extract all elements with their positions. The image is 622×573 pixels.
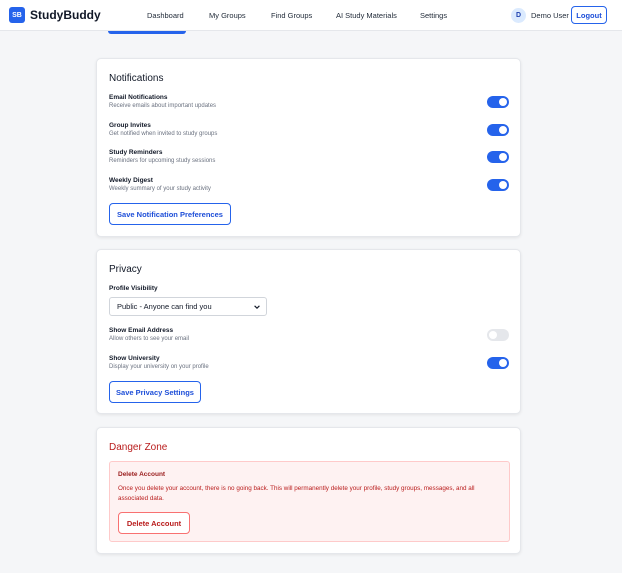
avatar[interactable]: D (511, 8, 526, 23)
email-notifications-toggle[interactable] (487, 96, 509, 108)
save-privacy-settings-button[interactable]: Save Privacy Settings (109, 381, 201, 403)
group-invites-label: Group Invites (109, 122, 151, 129)
show-university-toggle[interactable] (487, 357, 509, 369)
logout-button[interactable]: Logout (571, 6, 607, 24)
study-reminders-desc: Reminders for upcoming study sessions (109, 158, 216, 164)
email-notifications-desc: Receive emails about important updates (109, 103, 217, 109)
danger-zone-title: Danger Zone (109, 442, 168, 453)
profile-visibility-value: Public - Anyone can find you (117, 302, 212, 311)
study-reminders-label: Study Reminders (109, 149, 163, 156)
group-invites-toggle[interactable] (487, 124, 509, 136)
group-invites-desc: Get notified when invited to study group… (109, 131, 218, 137)
partial-save-button[interactable] (108, 31, 186, 34)
show-university-desc: Display your university on your profile (109, 364, 209, 370)
danger-zone-card: Danger Zone Delete Account Once you dele… (96, 427, 521, 554)
logo-icon[interactable]: SB (9, 7, 25, 23)
top-navbar: SB StudyBuddy Dashboard My Groups Find G… (0, 0, 622, 31)
brand-name[interactable]: StudyBuddy (30, 8, 101, 22)
user-name: Demo User (531, 11, 569, 20)
email-notifications-label: Email Notifications (109, 94, 168, 101)
notifications-card: Notifications Email Notifications Receiv… (96, 58, 521, 237)
nav-ai-study-materials[interactable]: AI Study Materials (336, 11, 397, 20)
profile-visibility-select[interactable]: Public - Anyone can find you (109, 297, 267, 316)
chevron-down-icon (254, 305, 260, 309)
delete-account-desc: Once you delete your account, there is n… (118, 485, 475, 502)
nav-my-groups[interactable]: My Groups (209, 11, 246, 20)
show-email-label: Show Email Address (109, 327, 174, 334)
delete-account-panel: Delete Account Once you delete your acco… (109, 461, 510, 542)
profile-visibility-label: Profile Visibility (109, 285, 158, 292)
nav-settings[interactable]: Settings (420, 11, 447, 20)
nav-dashboard[interactable]: Dashboard (147, 11, 184, 20)
study-reminders-toggle[interactable] (487, 151, 509, 163)
save-notification-preferences-button[interactable]: Save Notification Preferences (109, 203, 231, 225)
delete-account-button[interactable]: Delete Account (118, 512, 190, 534)
show-email-desc: Allow others to see your email (109, 336, 190, 342)
weekly-digest-desc: Weekly summary of your study activity (109, 186, 211, 192)
privacy-title: Privacy (109, 264, 142, 275)
nav-find-groups[interactable]: Find Groups (271, 11, 312, 20)
delete-account-label: Delete Account (118, 471, 166, 478)
weekly-digest-label: Weekly Digest (109, 177, 153, 184)
weekly-digest-toggle[interactable] (487, 179, 509, 191)
privacy-card: Privacy Profile Visibility Public - Anyo… (96, 249, 521, 414)
show-email-toggle[interactable] (487, 329, 509, 341)
show-university-label: Show University (109, 355, 160, 362)
notifications-title: Notifications (109, 73, 164, 84)
